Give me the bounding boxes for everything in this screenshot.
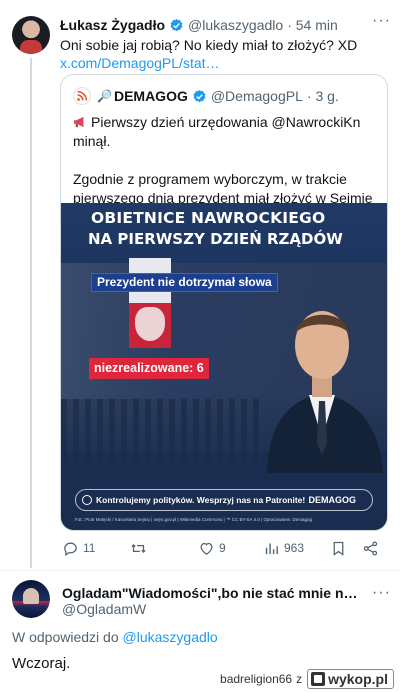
bookmark-icon [333, 541, 344, 556]
views-chart-icon [265, 543, 278, 555]
tweet-text: Oni sobie jaj robią? No kiedy miał to zł… [60, 36, 390, 72]
like-button[interactable]: 9 [198, 540, 226, 557]
author-handle[interactable]: @lukaszygadlo [188, 16, 283, 34]
wykop-watermark: badreligion66 z wykop.pl [220, 668, 394, 690]
quote-time[interactable]: · 3 g. [307, 87, 339, 105]
quote-line-1: Pierwszy dzień urzędowania @NawrockiKn m… [73, 113, 378, 151]
reply-icon [64, 542, 77, 557]
replying-to-handle[interactable]: @lukaszygadlo [123, 629, 218, 645]
quote-line-1-text: Pierwszy dzień urzędowania @NawrockiKn m… [73, 114, 361, 149]
eagle-emblem [135, 307, 165, 341]
repost-icon [131, 544, 146, 553]
view-count: 963 [284, 541, 305, 555]
more-options-icon[interactable]: ··· [372, 12, 391, 30]
tweet-action-bar: 11 9 963 [60, 538, 390, 560]
bookmark-button[interactable] [330, 540, 351, 557]
image-footer-brand: DEMAGOG [308, 495, 356, 505]
tweet-header: Łukasz Żygadło @lukaszygadlo · 54 min [60, 16, 338, 34]
repost-button[interactable] [130, 540, 151, 557]
share-button[interactable] [362, 540, 383, 557]
wykop-logo: wykop.pl [307, 669, 394, 689]
reply-count: 11 [83, 541, 96, 555]
quote-image[interactable]: OBIETNICE NAWROCKIEGO NA PIERWSZY DZIEŃ … [61, 203, 387, 530]
quote-author-handle[interactable]: @DemagogPL [211, 87, 303, 105]
watermark-z: z [296, 672, 303, 686]
heart-icon [200, 542, 213, 555]
verified-badge-icon [170, 18, 183, 31]
president-photo [267, 311, 383, 473]
wykop-logo-icon [311, 672, 326, 686]
reply-button[interactable]: 11 [62, 540, 95, 557]
verified-badge-icon [193, 89, 206, 102]
unfulfilled-count-badge: niezrealizowane: 6 [89, 358, 209, 379]
quoted-tweet-card[interactable]: 🔎 DEMAGOG @DemagogPL · 3 g. Pierwszy dzi… [60, 74, 388, 531]
replying-to: W odpowiedzi do @lukaszygadlo [12, 628, 218, 646]
image-fine-print: Fot.: Piotr Molęcki / Kancelaria Sejmu |… [75, 517, 313, 522]
reply-author-avatar[interactable] [12, 580, 50, 618]
author-avatar[interactable] [12, 16, 50, 54]
tweet-body: Oni sobie jaj robią? No kiedy miał to zł… [60, 37, 358, 53]
image-footer-text: Kontrolujemy polityków. Wesprzyj nas na … [96, 495, 306, 505]
patronite-icon [82, 495, 92, 505]
author-name[interactable]: Łukasz Żygadło [60, 16, 165, 34]
watermark-user: badreligion66 [220, 672, 293, 686]
quote-author-name[interactable]: DEMAGOG [114, 87, 188, 105]
demagog-avatar-icon[interactable] [73, 87, 91, 105]
share-icon [363, 541, 378, 556]
replying-to-prefix: W odpowiedzi do [12, 629, 119, 645]
quote-header: 🔎 DEMAGOG @DemagogPL · 3 g. [73, 87, 339, 105]
image-title-2: NA PIERWSZY DZIEŃ RZĄDÓW [88, 230, 343, 248]
tweet-time[interactable]: · 54 min [287, 16, 338, 34]
image-footer-banner: Kontrolujemy polityków. Wesprzyj nas na … [75, 489, 373, 511]
reply-text: Wczoraj. [12, 655, 71, 672]
tweet-link[interactable]: x.com/DemagogPL/stat… [60, 54, 390, 72]
reply-author-handle[interactable]: @OgladamW [62, 600, 146, 618]
megaphone-icon [74, 116, 84, 128]
tweet-divider [0, 570, 400, 571]
image-title-1: OBIETNICE NAWROCKIEGO [91, 209, 326, 227]
image-subtitle-badge: Prezydent nie dotrzymał słowa [91, 273, 278, 292]
watermark-site: wykop.pl [328, 671, 388, 687]
thread-line [30, 58, 32, 568]
magnifier-icon: 🔎 [97, 89, 112, 103]
like-count: 9 [219, 541, 226, 555]
reply-more-options-icon[interactable]: ··· [372, 584, 391, 602]
views-button[interactable]: 963 [263, 540, 304, 557]
